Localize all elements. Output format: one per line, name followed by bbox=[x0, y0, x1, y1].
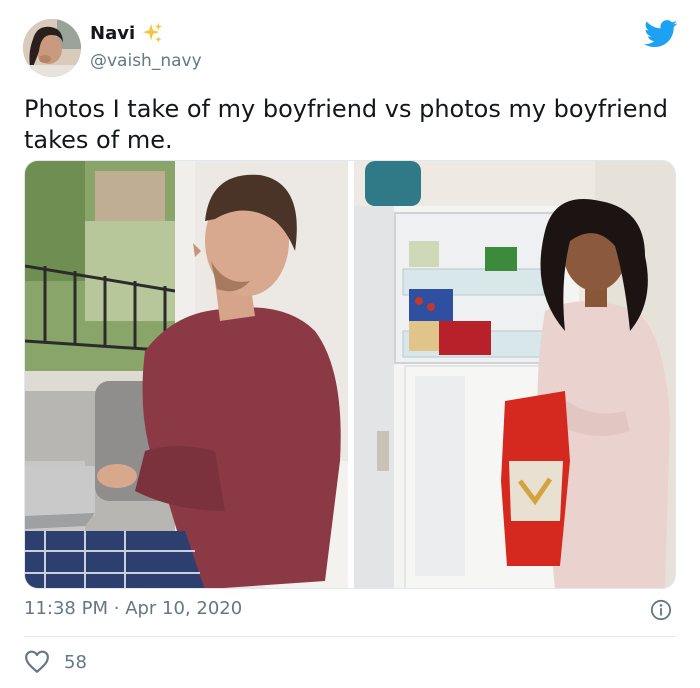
user-name-row[interactable]: Navi bbox=[90, 22, 163, 44]
sparkles-icon bbox=[142, 22, 163, 43]
tweet-text: Photos I take of my boyfriend vs photos … bbox=[24, 95, 668, 154]
tweet-time: 11:38 PM bbox=[24, 598, 108, 619]
tweet-timestamp[interactable]: 11:38 PM · Apr 10, 2020 bbox=[24, 598, 242, 619]
meta-separator: · bbox=[113, 598, 120, 619]
tweet-date: Apr 10, 2020 bbox=[125, 598, 243, 619]
twitter-bird-icon[interactable] bbox=[644, 20, 678, 48]
like-button[interactable]: 58 bbox=[24, 650, 87, 674]
right-photo[interactable] bbox=[354, 161, 676, 589]
heart-icon bbox=[25, 650, 49, 673]
divider bbox=[24, 636, 676, 637]
info-icon[interactable] bbox=[650, 599, 672, 621]
avatar[interactable] bbox=[23, 19, 81, 77]
user-handle[interactable]: @vaish_navy bbox=[90, 51, 202, 71]
user-name[interactable]: Navi bbox=[90, 23, 135, 44]
left-photo[interactable] bbox=[25, 161, 348, 589]
tweet-media[interactable] bbox=[24, 160, 676, 589]
like-count: 58 bbox=[64, 651, 87, 673]
tweet-card: Navi @vaish_navy Photos I take of my boy… bbox=[0, 0, 700, 688]
